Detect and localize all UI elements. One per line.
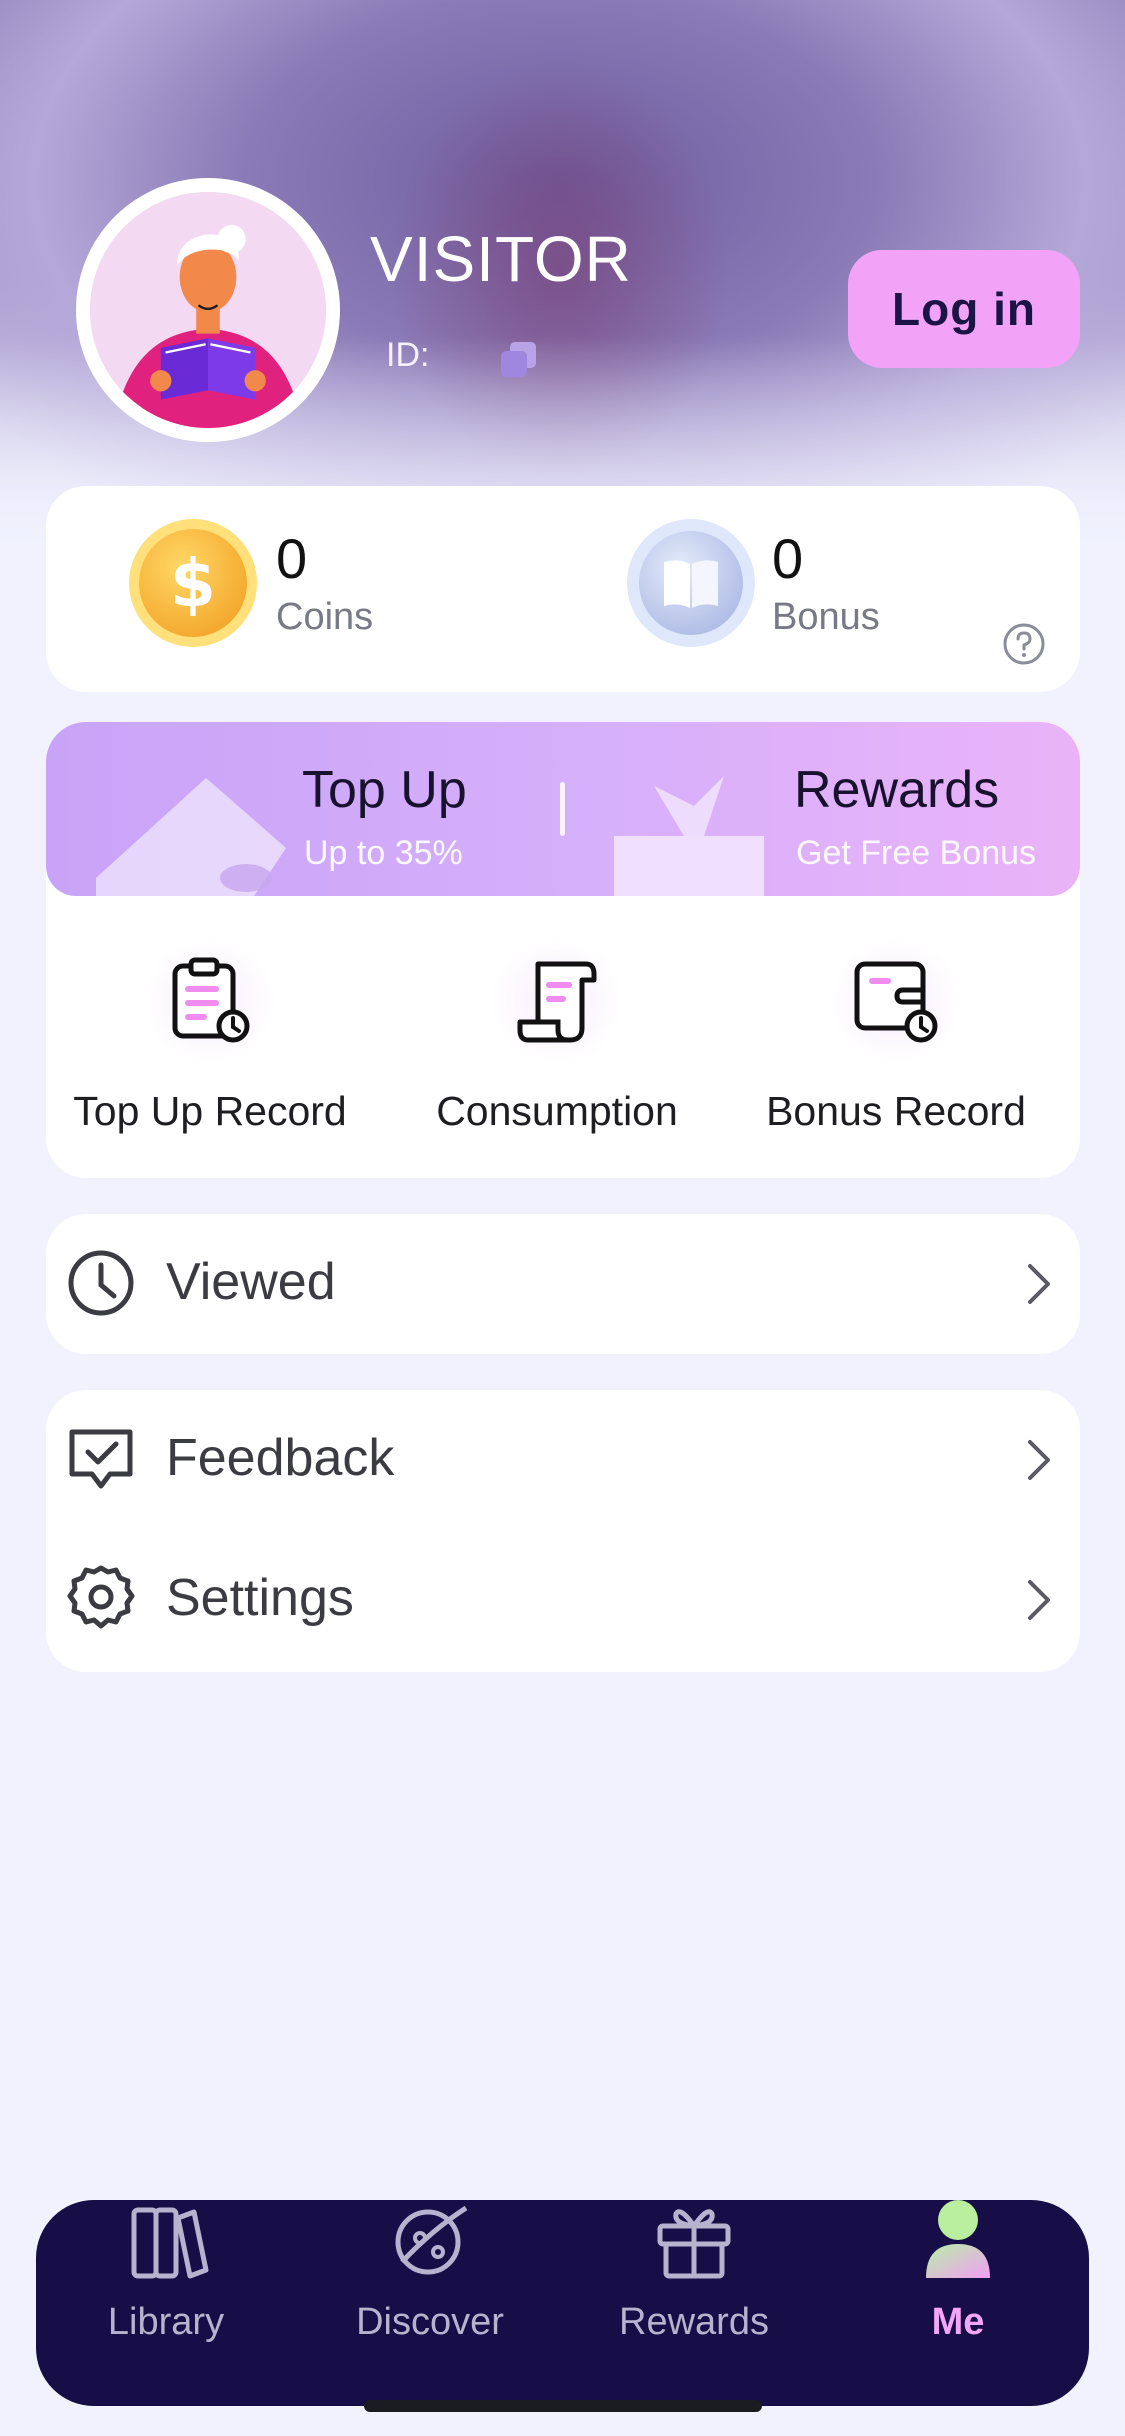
balance-card: $ 0 Coins 0 Bonus (46, 486, 1080, 692)
coins-value: 0 (276, 527, 308, 590)
bonus-value: 0 (772, 527, 804, 590)
login-button[interactable]: Log in (848, 250, 1080, 368)
planet-icon (395, 2205, 468, 2275)
record-label: Bonus Record (766, 1088, 1026, 1134)
viewed-row[interactable]: Viewed (46, 1214, 1080, 1354)
chevron-right-icon (1028, 1440, 1050, 1480)
books-icon (131, 2207, 209, 2279)
bonus-book-icon (627, 519, 755, 647)
record-label: Consumption (436, 1088, 678, 1134)
nav-rewards[interactable]: Rewards (594, 2200, 794, 2406)
nav-label: Rewards (619, 2301, 769, 2343)
clipboard-clock-icon (172, 957, 250, 1043)
nav-library[interactable]: Library (66, 2200, 266, 2406)
nav-discover[interactable]: Discover (330, 2200, 530, 2406)
feedback-row[interactable]: Feedback (46, 1390, 1080, 1530)
promo-divider (560, 782, 565, 836)
nav-label: Discover (356, 2301, 504, 2343)
wallet-actions-card: Top Up Up to 35% Rewards Get Free Bonus (46, 722, 1080, 1178)
chevron-right-icon (1028, 1264, 1050, 1304)
coin-icon: $ (129, 519, 257, 647)
card-clock-icon (854, 961, 938, 1043)
record-label: Top Up Record (73, 1088, 347, 1134)
viewed-card: Viewed (46, 1214, 1080, 1354)
support-card: Feedback Settings (46, 1390, 1080, 1672)
consumption-button[interactable]: Consumption (422, 936, 692, 1136)
svg-text:$: $ (170, 545, 216, 622)
home-indicator[interactable] (364, 2400, 762, 2412)
promo-banner: Top Up Up to 35% Rewards Get Free Bonus (46, 722, 1080, 896)
avatar[interactable] (76, 178, 340, 442)
feedback-icon (69, 1429, 133, 1489)
clock-icon (68, 1250, 134, 1316)
bonus-record-button[interactable]: Bonus Record (746, 936, 1046, 1136)
gift-icon (657, 2209, 731, 2279)
user-id-label: ID: (386, 336, 430, 374)
topup-record-button[interactable]: Top Up Record (68, 936, 352, 1136)
reader-illustration-icon (90, 192, 326, 428)
feedback-label: Feedback (166, 1429, 395, 1487)
settings-label: Settings (166, 1569, 354, 1627)
copy-icon[interactable] (498, 340, 540, 380)
gift-box-icon (614, 776, 764, 896)
nav-me[interactable]: Me (858, 2200, 1058, 2406)
wallet-icon (96, 778, 286, 896)
gear-icon (67, 1565, 135, 1629)
bottom-nav: Library Discover Rewards Me (36, 2200, 1089, 2406)
viewed-label: Viewed (166, 1253, 336, 1311)
topup-subtitle: Up to 35% (304, 834, 463, 872)
person-icon (926, 2200, 990, 2278)
nav-label: Me (931, 2301, 985, 2343)
rewards-title: Rewards (794, 761, 1000, 819)
scroll-icon (517, 961, 597, 1043)
user-name: VISITOR (370, 223, 632, 295)
nav-label: Library (107, 2301, 225, 2343)
rewards-subtitle: Get Free Bonus (796, 834, 1037, 872)
chevron-right-icon (1028, 1580, 1050, 1620)
topup-title: Top Up (302, 761, 467, 819)
coins-label: Coins (276, 596, 374, 638)
settings-row[interactable]: Settings (46, 1530, 1080, 1670)
help-icon[interactable] (1002, 622, 1046, 666)
bonus-label: Bonus (772, 596, 880, 638)
